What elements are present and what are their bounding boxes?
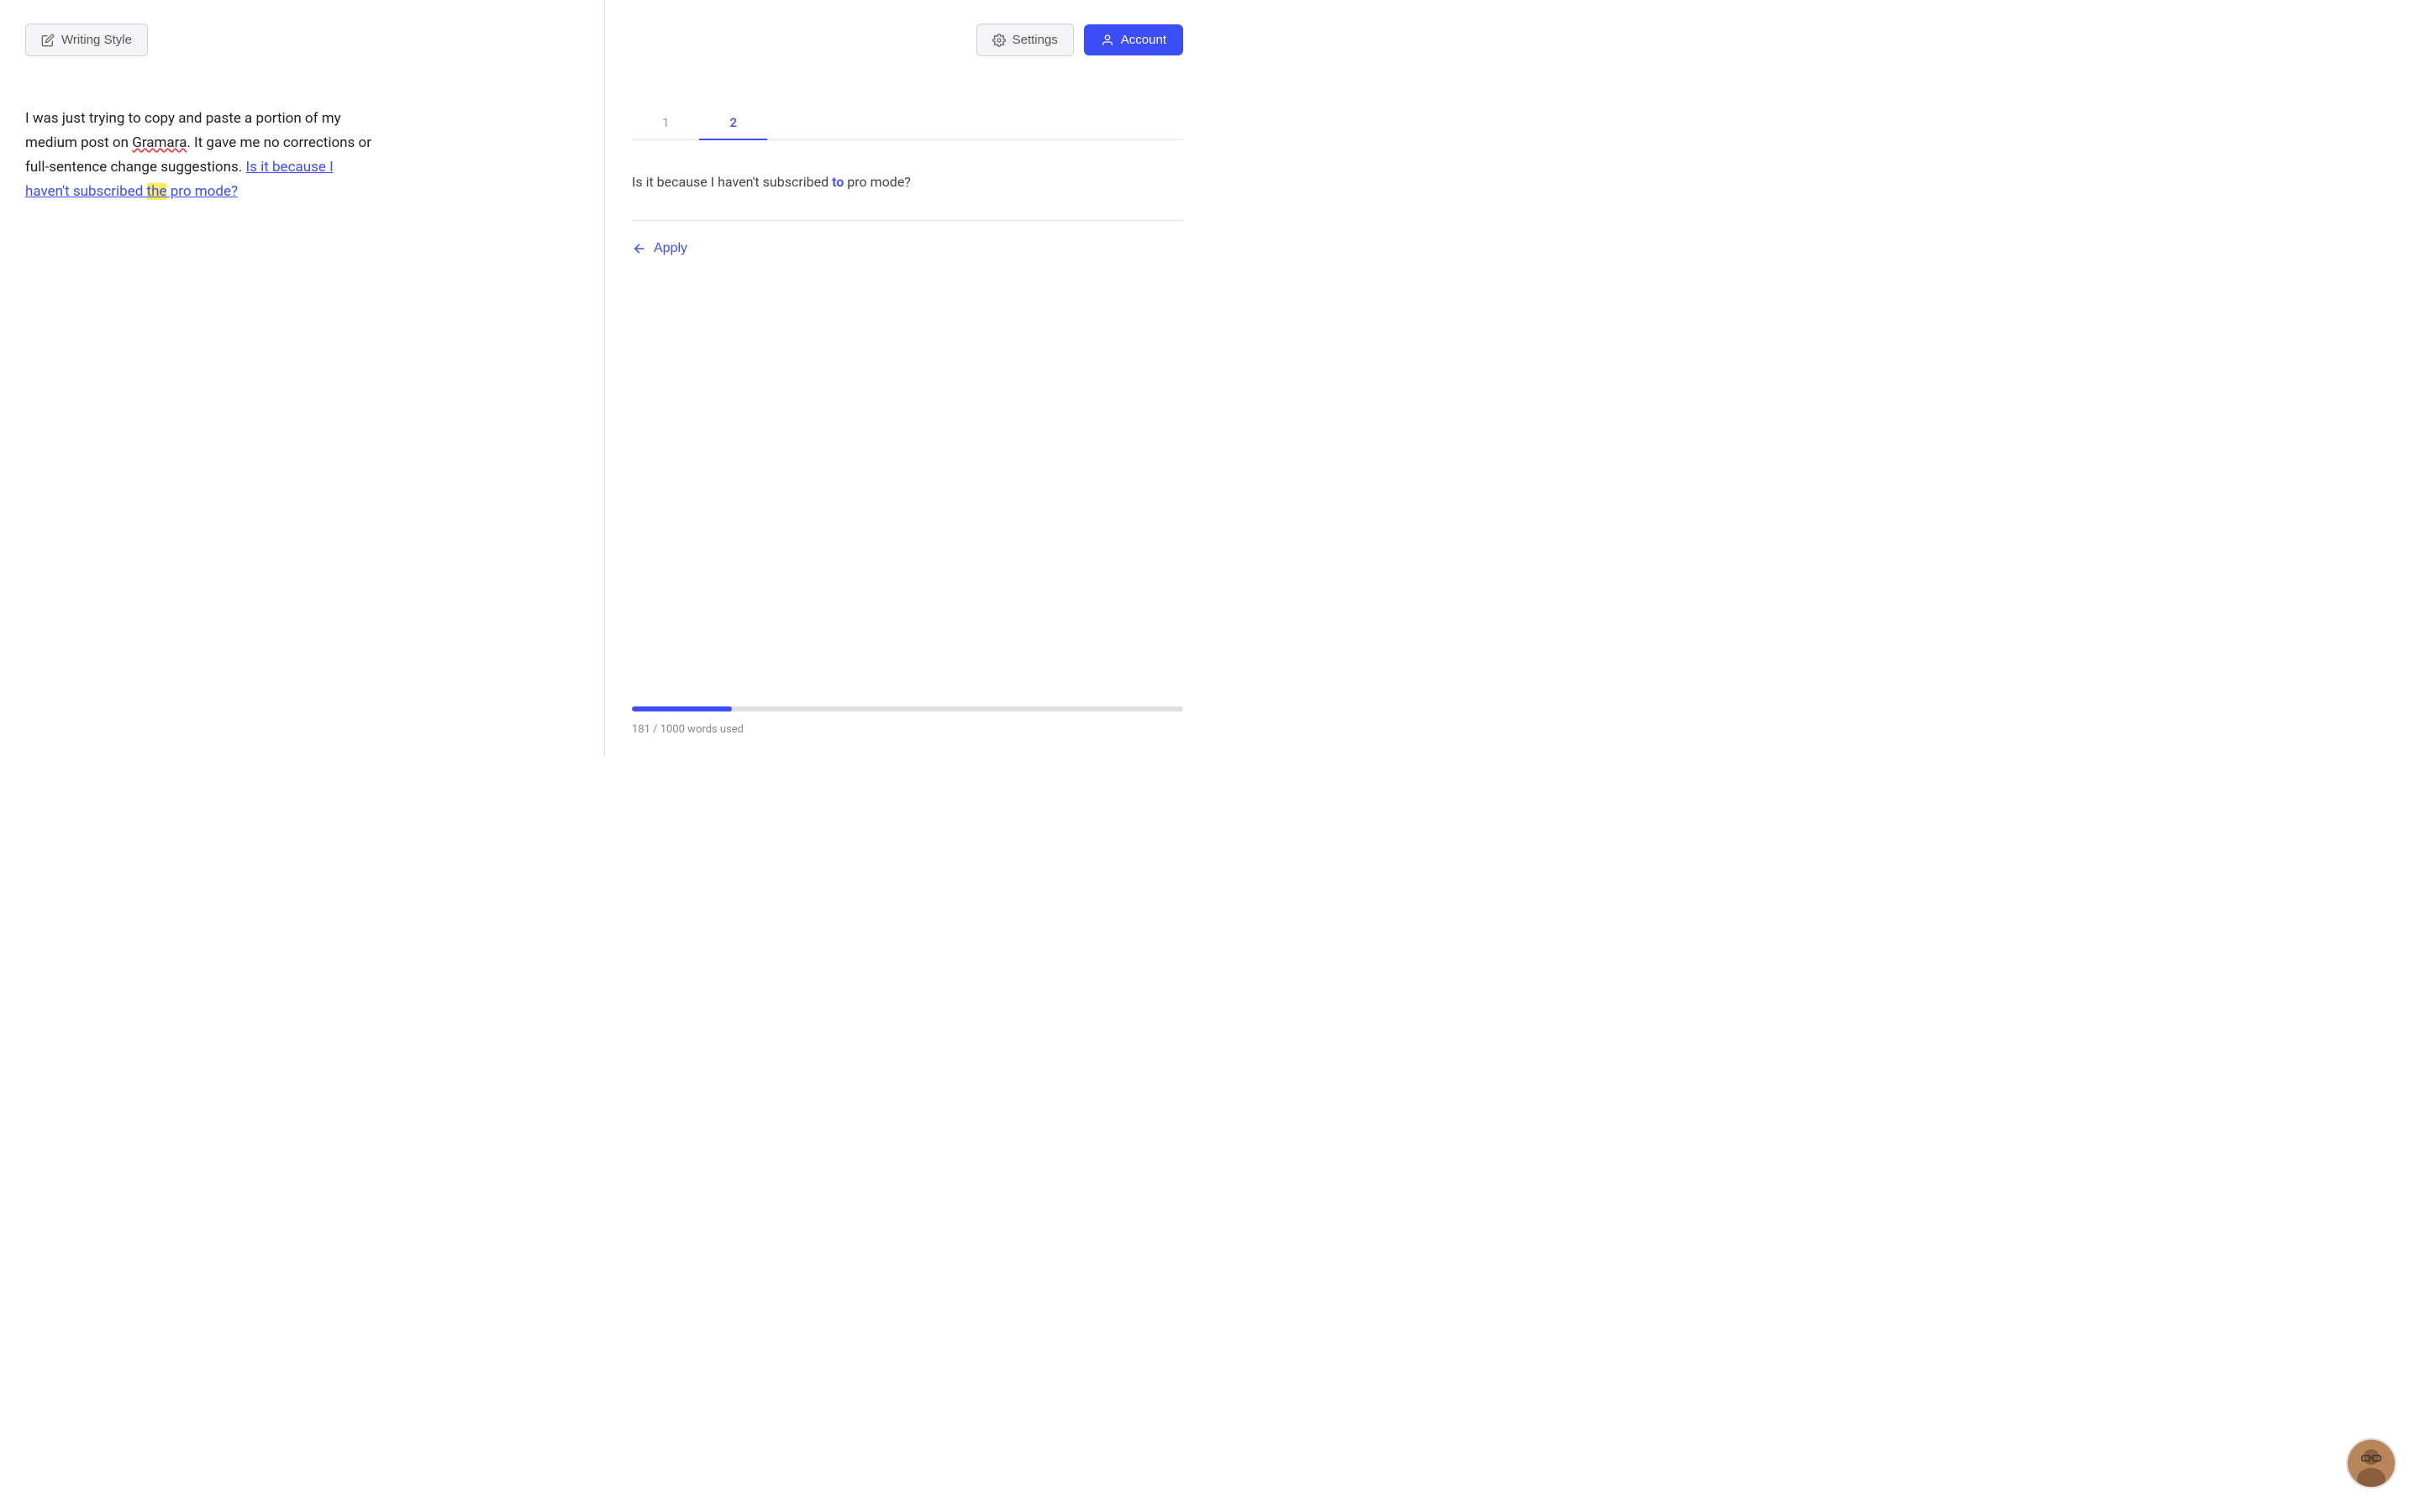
suggestion-area: Is it because I haven't subscribed to pr… (632, 157, 1183, 207)
avatar-face (2348, 1440, 2395, 1487)
progress-bar-fill (632, 706, 732, 711)
writing-style-button[interactable]: Writing Style (25, 24, 148, 56)
app-layout: Writing Style I was just trying to copy … (0, 0, 1210, 756)
main-text-content: I was just trying to copy and paste a po… (25, 107, 378, 204)
right-panel: Settings Account 1 2 Is it because I hav… (605, 0, 1210, 756)
edit-icon (41, 34, 55, 47)
tab-1-label: 1 (662, 115, 669, 130)
tab-1[interactable]: 1 (632, 107, 699, 140)
tabs-container: 1 2 (632, 107, 1183, 140)
apply-button[interactable]: Apply (632, 234, 1183, 263)
writing-style-label: Writing Style (61, 33, 132, 47)
left-header: Writing Style (25, 24, 579, 56)
arrow-left-icon (632, 241, 647, 256)
avatar-image (2348, 1438, 2395, 1488)
right-header: Settings Account (632, 24, 1183, 56)
account-button[interactable]: Account (1084, 24, 1183, 55)
text-gramara: Gramara (132, 134, 187, 151)
apply-label: Apply (654, 241, 687, 256)
highlighted-word-the: the (147, 183, 167, 200)
tab-2-label: 2 (729, 115, 737, 130)
suggestion-text-after: pro mode? (844, 174, 911, 190)
suggestion-text-before: Is it because I haven't subscribed (632, 174, 832, 190)
divider (632, 220, 1183, 221)
suggestion-highlight-word: to (832, 174, 844, 190)
progress-label: 181 / 1000 words used (632, 723, 744, 736)
settings-button[interactable]: Settings (976, 24, 1074, 56)
left-panel: Writing Style I was just trying to copy … (0, 0, 605, 756)
settings-label: Settings (1013, 33, 1058, 47)
person-icon (1101, 34, 1114, 47)
tab-2[interactable]: 2 (699, 107, 767, 140)
account-label: Account (1121, 33, 1166, 47)
bottom-area: 181 / 1000 words used (632, 706, 1183, 736)
avatar[interactable] (2346, 1438, 2396, 1488)
gear-icon (992, 34, 1006, 47)
progress-bar-container (632, 706, 1183, 711)
